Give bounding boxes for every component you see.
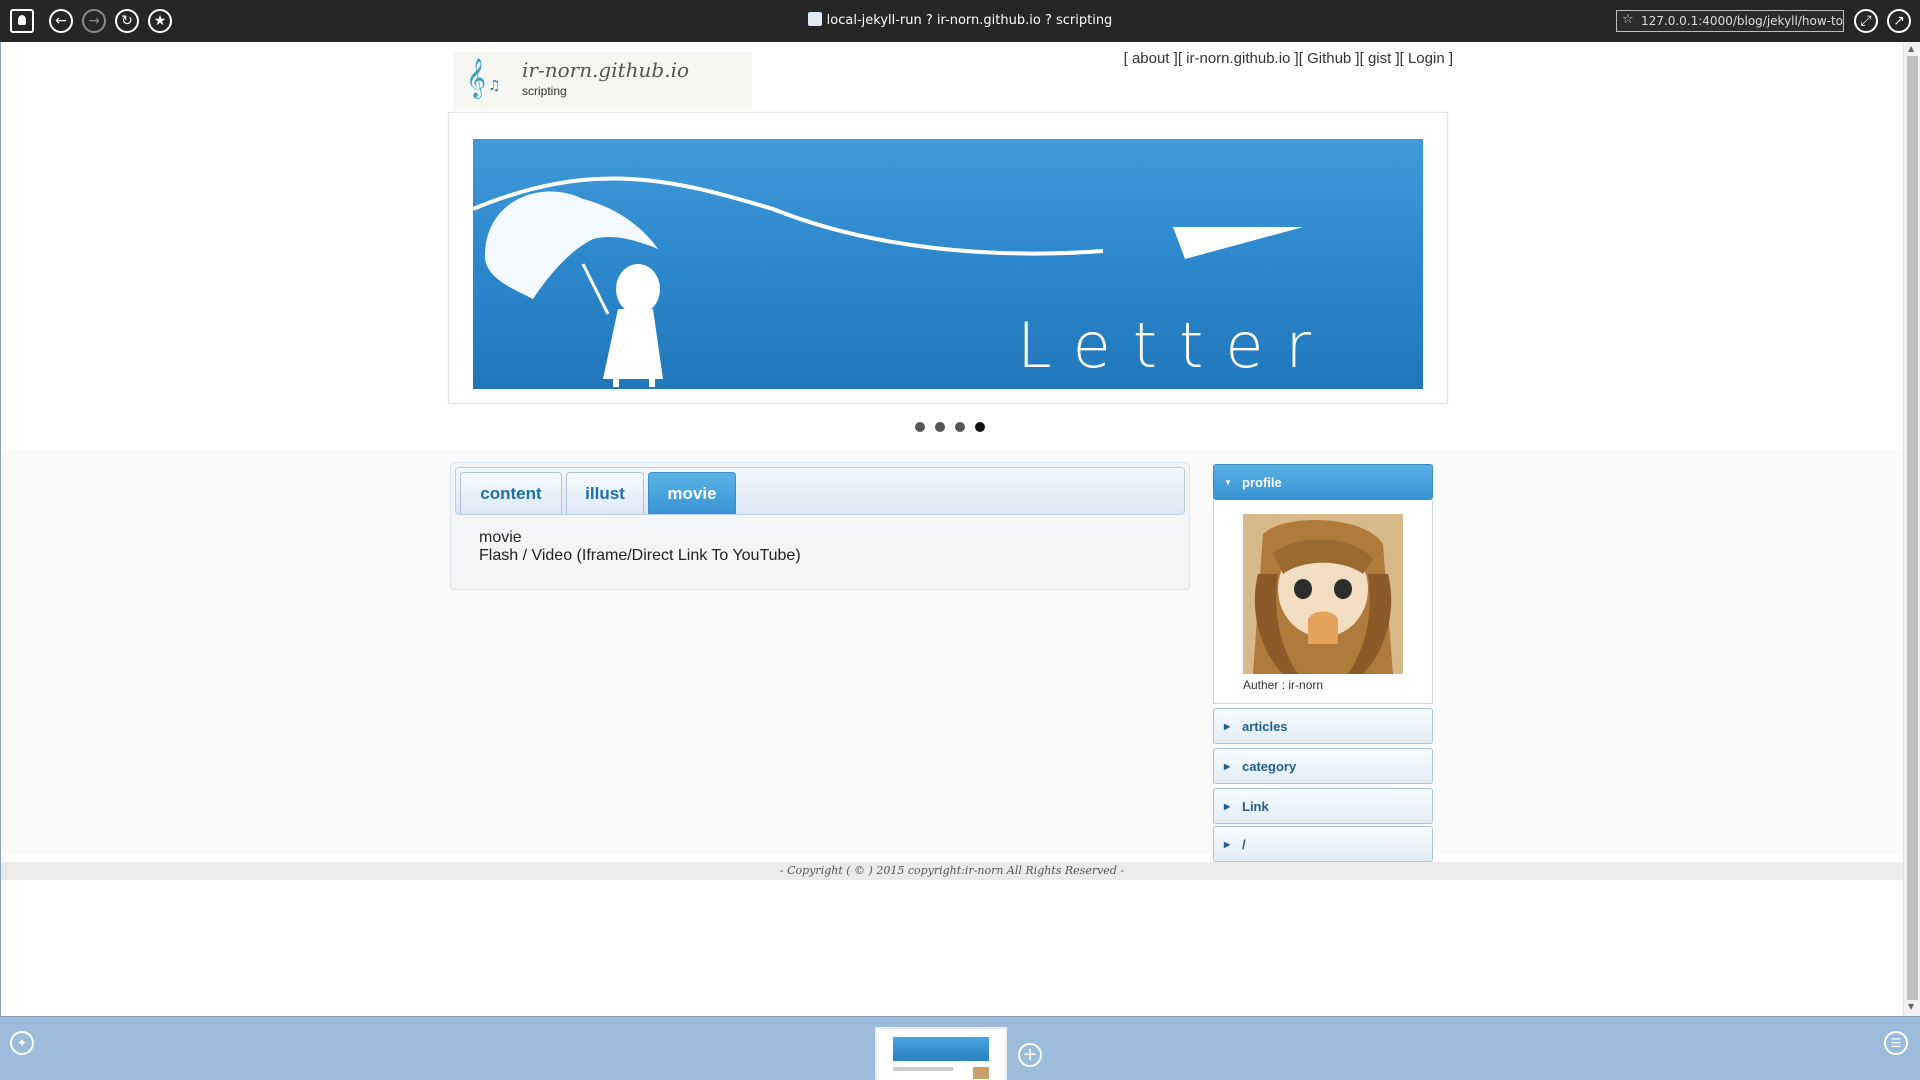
slider-dot-2[interactable] (935, 422, 945, 432)
scroll-up-icon[interactable]: ▲ (1908, 44, 1914, 53)
sidebar-item-label: Link (1242, 798, 1269, 814)
sidebar-item-label: / (1242, 836, 1246, 852)
nav-bracket: [ (1123, 50, 1132, 67)
nav-separator: ][ (1351, 50, 1368, 67)
tab-bar: content illust movie (455, 467, 1185, 515)
sidebar-item-link[interactable]: ▶ Link (1213, 788, 1433, 824)
new-tab-icon[interactable]: + (1018, 1043, 1042, 1067)
sidebar-profile-header[interactable]: ▼ profile (1213, 464, 1433, 500)
sidebar-item-root[interactable]: ▶ / (1213, 826, 1433, 862)
slider-dot-1[interactable] (915, 422, 925, 432)
slider-dot-3[interactable] (955, 422, 965, 432)
sidebar-item-category[interactable]: ▶ category (1213, 748, 1433, 784)
tab-panel: content illust movie movie Flash / Video… (450, 462, 1190, 590)
slide-caption: Letter (1017, 309, 1333, 382)
tab-list-icon[interactable]: ☰ (1884, 1031, 1908, 1055)
footer: - Copyright ( © ) 2015 copyright:ir-norn… (1, 862, 1903, 880)
sidebar-profile-label: profile (1242, 474, 1282, 490)
tab-content-area: movie Flash / Video (Iframe/Direct Link … (479, 529, 801, 565)
thumbnail-image (973, 1067, 989, 1079)
thumbnail-text (893, 1067, 953, 1071)
nav-separator: ][ (1169, 50, 1187, 67)
site-logo[interactable]: 𝄞 ♫ ir-norn.github.io scripting (454, 52, 752, 110)
chevron-down-icon: ▼ (1224, 477, 1232, 487)
nav-link-gist[interactable]: gist (1368, 50, 1391, 67)
slide-banner[interactable]: Letter (473, 139, 1423, 389)
chevron-right-icon: ▶ (1224, 761, 1231, 771)
page-scrollbar[interactable]: ▲ ▼ (1903, 42, 1920, 1016)
nav-link-github[interactable]: Github (1307, 50, 1351, 67)
nav-link-about[interactable]: about (1132, 50, 1170, 67)
chevron-right-icon: ▶ (1224, 839, 1231, 849)
sidebar-item-label: articles (1242, 718, 1288, 734)
scroll-thumb[interactable] (1907, 56, 1918, 1000)
scroll-down-icon[interactable]: ▼ (1908, 1002, 1914, 1011)
nav-link-login[interactable]: Login (1408, 50, 1445, 67)
sidebar-item-articles[interactable]: ▶ articles (1213, 708, 1433, 744)
tab-movie[interactable]: movie (648, 472, 736, 514)
web-page: 𝄞 ♫ ir-norn.github.io scripting [ about … (0, 42, 1920, 1016)
window-title-text: local-jekyll-run ? ir-norn.github.io ? s… (826, 13, 1113, 28)
top-nav: [ about ][ ir-norn.github.io ][ Github ]… (1071, 50, 1453, 67)
nav-separator: ][ (1290, 50, 1308, 67)
copyright-text: - Copyright ( © ) 2015 copyright:ir-norn… (779, 864, 1125, 877)
url-text: 127.0.0.1:4000/blog/jekyll/how-to/l... (1641, 14, 1844, 28)
nav-link-site[interactable]: ir-norn.github.io (1186, 50, 1290, 67)
nav-separator: ][ (1391, 50, 1408, 67)
speed-dial-icon[interactable]: ✦ (10, 1031, 34, 1055)
site-title[interactable]: ir-norn.github.io (522, 58, 689, 82)
favicon-icon (807, 12, 822, 26)
fullscreen-icon[interactable]: ⤢ (1854, 9, 1878, 33)
sidebar-item-label: category (1242, 758, 1297, 774)
tab-content[interactable]: content (460, 472, 562, 514)
chevron-right-icon: ▶ (1224, 801, 1231, 811)
music-notes-icon: ♫ (488, 78, 501, 94)
share-icon[interactable]: ↗ (1887, 9, 1911, 33)
tab-thumbnail[interactable] (875, 1027, 1007, 1080)
profile-panel: Auther : ir-norn (1213, 500, 1433, 704)
star-icon[interactable]: ☆ (1622, 12, 1634, 27)
treble-clef-icon: 𝄞 (466, 58, 487, 98)
tab-body-text: Flash / Video (Iframe/Direct Link To You… (479, 547, 801, 564)
tab-illust[interactable]: illust (566, 472, 644, 514)
tab-body-title: movie (479, 529, 522, 546)
site-subtitle: scripting (522, 84, 567, 98)
browser-titlebar: ← → ↻ ★ local-jekyll-run ? ir-norn.githu… (0, 0, 1920, 42)
image-slider: Letter (448, 112, 1448, 404)
url-bar[interactable]: ☆ 127.0.0.1:4000/blog/jekyll/how-to/l... (1616, 10, 1844, 32)
slider-dot-4[interactable] (975, 422, 985, 432)
nav-bracket: ] (1444, 50, 1453, 67)
thumbnail-banner (893, 1037, 989, 1061)
tab-dock: ✦ + ☰ (0, 1016, 1920, 1080)
avatar (1243, 514, 1403, 674)
author-label: Auther : ir-norn (1243, 678, 1324, 692)
chevron-right-icon: ▶ (1224, 721, 1231, 731)
